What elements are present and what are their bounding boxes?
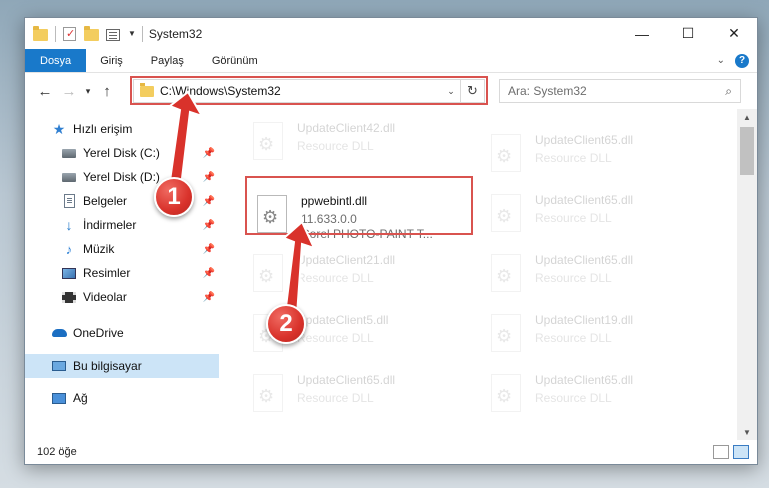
callout-arrows: [166, 90, 316, 316]
step-badge-2: 2: [266, 304, 306, 344]
step-badge-1: 1: [154, 177, 194, 217]
callout-arrow-2: [282, 220, 316, 316]
